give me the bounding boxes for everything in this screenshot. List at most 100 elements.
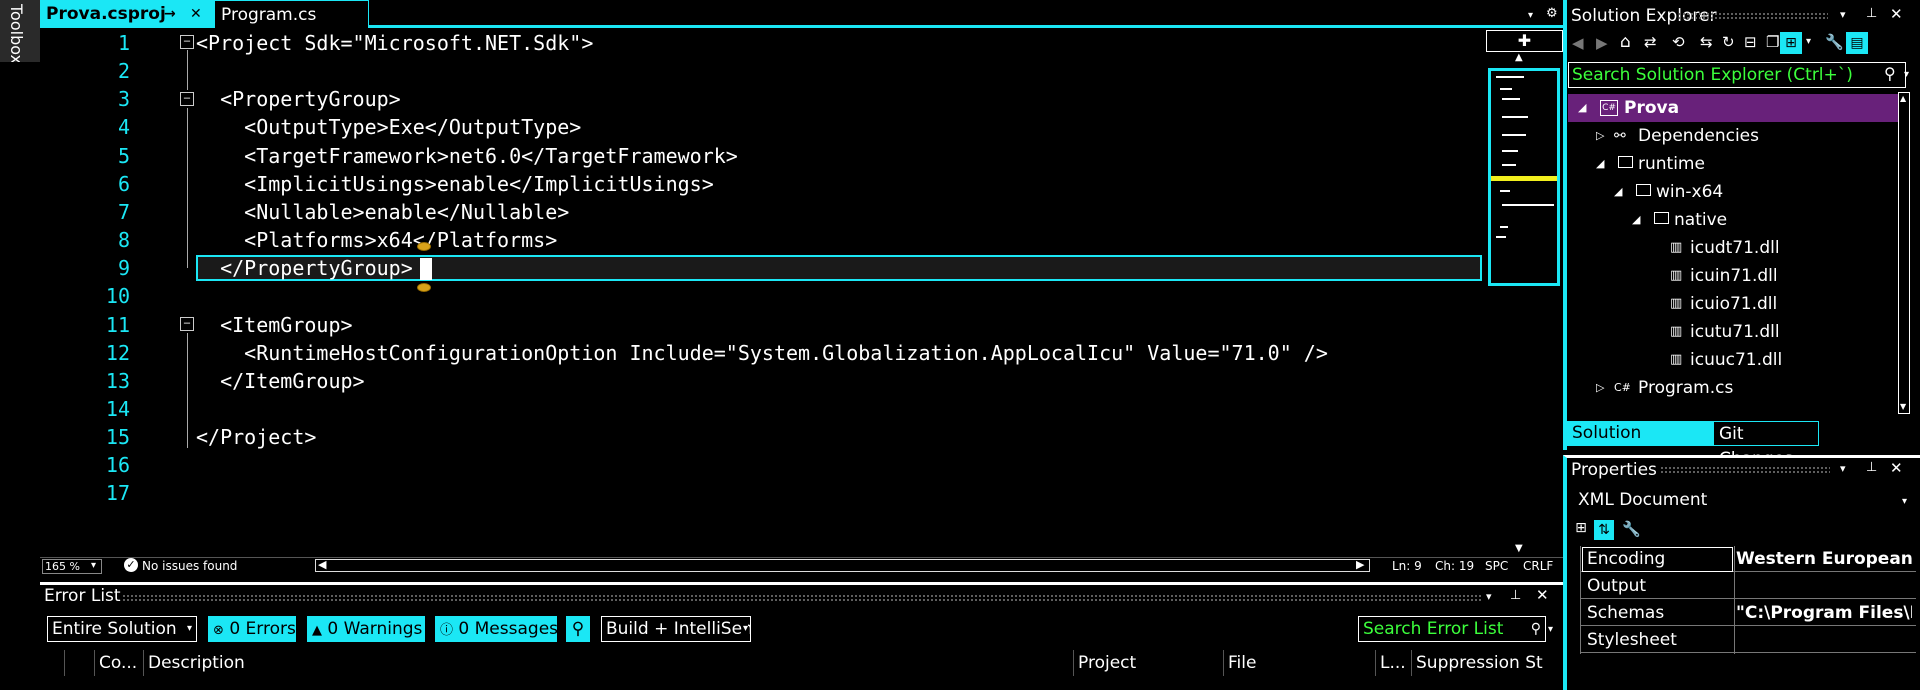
tab-solution-explorer[interactable]: Solution Explorer xyxy=(1567,421,1713,468)
close-icon[interactable]: ✕ xyxy=(190,0,202,28)
panel-menu-icon[interactable]: ▾ xyxy=(1840,462,1846,475)
column-header-suppression[interactable]: Suppression St xyxy=(1411,650,1561,676)
search-icon[interactable]: ⚲ xyxy=(1884,64,1896,83)
pin-icon[interactable]: → xyxy=(164,0,176,28)
show-all-files-icon[interactable]: ⊞ xyxy=(1780,32,1802,54)
property-row-schemas[interactable]: Schemas "C:\Program Files\M xyxy=(1580,600,1916,626)
fold-toggle-project[interactable]: − xyxy=(180,35,194,49)
panel-menu-icon[interactable]: ▾ xyxy=(1840,8,1846,21)
forward-icon[interactable]: ▶ xyxy=(1596,34,1608,52)
errors-filter-button[interactable]: ⊗ 0 Errors xyxy=(208,616,296,642)
tab-program-cs[interactable]: Program.cs xyxy=(214,0,369,28)
line-number-status[interactable]: Ln: 9 xyxy=(1392,559,1422,574)
code-line[interactable]: <PropertyGroup> xyxy=(196,85,401,113)
code-line[interactable]: <Project Sdk="Microsoft.NET.Sdk"> xyxy=(196,29,593,57)
close-icon[interactable]: ✕ xyxy=(1890,5,1903,23)
panel-menu-icon[interactable]: ▾ xyxy=(1486,590,1492,603)
categorized-icon[interactable]: ⊞ xyxy=(1572,520,1590,538)
tree-item-icudt71[interactable]: icudt71.dll xyxy=(1690,234,1780,262)
home-icon[interactable]: ⌂ xyxy=(1620,32,1631,52)
build-intellisense-dropdown[interactable]: Build + IntelliSen ▾ xyxy=(601,616,751,642)
code-line[interactable]: <RuntimeHostConfigurationOption Include=… xyxy=(196,339,1328,367)
panel-grip[interactable] xyxy=(1678,12,1828,20)
copy-icon[interactable]: ❐ xyxy=(1766,33,1779,51)
chevron-down-icon[interactable]: ▾ xyxy=(1806,36,1811,47)
properties-wrench-icon[interactable]: 🔧 xyxy=(1825,33,1844,51)
tree-item-icuin71[interactable]: icuin71.dll xyxy=(1690,262,1778,290)
error-search-input[interactable]: Search Error List ⚲ xyxy=(1358,616,1546,642)
pending-changes-icon[interactable]: ⟲ xyxy=(1672,33,1685,51)
gear-icon[interactable]: ⚙ xyxy=(1546,6,1558,21)
search-options-icon[interactable]: ▾ xyxy=(1904,69,1909,80)
whitespace-status[interactable]: SPC xyxy=(1485,559,1508,574)
pin-icon[interactable]: ⊥ xyxy=(1866,6,1877,21)
scroll-down-icon[interactable]: ▼ xyxy=(1900,402,1906,411)
close-icon[interactable]: ✕ xyxy=(1890,459,1903,477)
pin-icon[interactable]: ⊥ xyxy=(1510,588,1521,603)
tree-item-native[interactable]: native xyxy=(1674,206,1727,234)
switch-views-icon[interactable]: ⇄ xyxy=(1644,33,1657,51)
alphabetical-icon[interactable]: ⇅ xyxy=(1594,520,1614,540)
scroll-up-icon[interactable]: ▲ xyxy=(1900,94,1906,103)
solution-search-input[interactable]: Search Solution Explorer (Ctrl+`) xyxy=(1568,62,1906,88)
code-line[interactable]: <ImplicitUsings>enable</ImplicitUsings> xyxy=(196,170,714,198)
collapse-all-icon[interactable]: ⊟ xyxy=(1744,33,1757,51)
search-options-icon[interactable]: ▾ xyxy=(1548,624,1553,635)
tree-item-dependencies[interactable]: Dependencies xyxy=(1638,122,1759,150)
filter-icon[interactable]: ⚲ xyxy=(566,616,590,642)
code-line[interactable]: <Nullable>enable</Nullable> xyxy=(196,198,569,226)
code-line[interactable]: <TargetFramework>net6.0</TargetFramework… xyxy=(196,142,738,170)
line-ending-status[interactable]: CRLF xyxy=(1523,559,1553,574)
sync-icon[interactable]: ⇆ xyxy=(1700,33,1713,51)
expanded-arrow-icon[interactable]: ◢ xyxy=(1578,101,1586,114)
horizontal-scrollbar[interactable] xyxy=(315,559,1370,572)
messages-filter-button[interactable]: ⓘ 0 Messages xyxy=(435,616,558,642)
expanded-arrow-icon[interactable]: ◢ xyxy=(1596,157,1604,170)
column-header-description[interactable]: Description xyxy=(143,650,1073,676)
scroll-left-icon[interactable]: ◀ xyxy=(318,558,326,571)
property-object-name[interactable]: XML Document xyxy=(1578,490,1707,510)
warnings-filter-button[interactable]: ▲ 0 Warnings xyxy=(307,616,425,642)
tree-item-icuio71[interactable]: icuio71.dll xyxy=(1690,290,1777,318)
selection-handle-top[interactable] xyxy=(417,242,431,251)
property-row-stylesheet[interactable]: Stylesheet xyxy=(1580,627,1916,653)
code-line[interactable]: <Platforms>x64</Platforms> xyxy=(196,226,557,254)
tree-item-icuuc71[interactable]: icuuc71.dll xyxy=(1690,346,1782,374)
property-row-output[interactable]: Output xyxy=(1580,573,1916,599)
fold-toggle-itemgroup[interactable]: − xyxy=(180,317,194,331)
tab-git-changes[interactable]: Git Changes xyxy=(1713,421,1819,469)
panel-grip[interactable] xyxy=(1660,466,1830,474)
toolbox-tab[interactable]: Toolbox xyxy=(0,0,40,62)
code-line[interactable]: </Project> xyxy=(196,423,316,451)
pin-icon[interactable]: ⊥ xyxy=(1866,460,1877,475)
scroll-right-icon[interactable]: ▶ xyxy=(1356,558,1364,571)
tree-item-program-cs[interactable]: Program.cs xyxy=(1638,374,1733,402)
tree-item-runtime[interactable]: runtime xyxy=(1638,150,1705,178)
tree-item-icutu71[interactable]: icutu71.dll xyxy=(1690,318,1780,346)
split-editor-icon[interactable]: ✚ xyxy=(1486,30,1563,52)
column-header-file[interactable]: File xyxy=(1223,650,1375,676)
issues-status[interactable]: No issues found xyxy=(142,559,237,574)
property-pages-icon[interactable]: 🔧 xyxy=(1622,520,1641,538)
tree-item-win-x64[interactable]: win-x64 xyxy=(1656,178,1723,206)
code-line[interactable]: <ItemGroup> xyxy=(196,311,352,339)
collapsed-arrow-icon[interactable]: ▷ xyxy=(1596,129,1604,142)
refresh-icon[interactable]: ↻ xyxy=(1722,33,1735,51)
back-icon[interactable]: ◀ xyxy=(1572,34,1584,52)
panel-grip[interactable] xyxy=(122,594,1482,602)
expanded-arrow-icon[interactable]: ◢ xyxy=(1614,185,1622,198)
tree-scrollbar[interactable] xyxy=(1898,92,1910,414)
scroll-down-icon[interactable]: ▼ xyxy=(1515,543,1523,554)
scroll-up-icon[interactable]: ▲ xyxy=(1515,52,1523,63)
expanded-arrow-icon[interactable]: ◢ xyxy=(1632,213,1640,226)
column-header-code[interactable]: Co... xyxy=(94,650,142,676)
code-line[interactable]: </ItemGroup> xyxy=(196,367,365,395)
tab-prova-csproj[interactable]: Prova.csproj → ✕ xyxy=(40,0,214,28)
code-line[interactable]: <OutputType>Exe</OutputType> xyxy=(196,113,581,141)
close-icon[interactable]: ✕ xyxy=(1536,586,1549,604)
collapsed-arrow-icon[interactable]: ▷ xyxy=(1596,381,1604,394)
code-line[interactable]: </PropertyGroup> xyxy=(196,254,413,282)
tab-list-dropdown-icon[interactable]: ▾ xyxy=(1528,10,1533,21)
scope-dropdown[interactable]: Entire Solution ▾ xyxy=(47,616,197,642)
column-header-line[interactable]: L... xyxy=(1375,650,1411,676)
